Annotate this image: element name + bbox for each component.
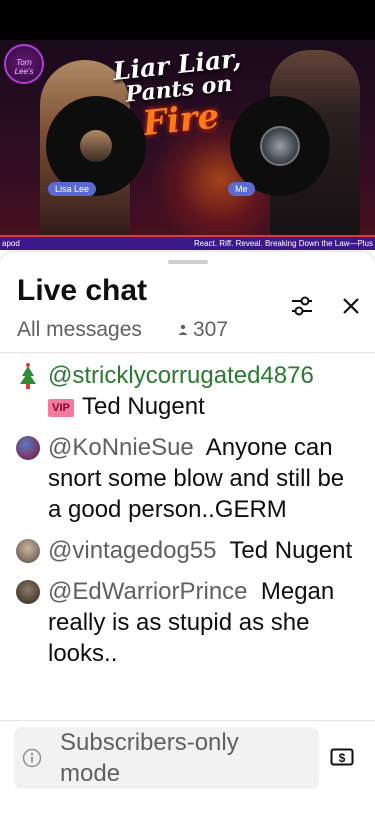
chat-message-list[interactable]: @stricklycorrugated4876 VIP Ted Nugent @K… — [0, 360, 375, 712]
drag-handle[interactable] — [168, 260, 208, 264]
info-icon[interactable] — [22, 748, 42, 768]
chat-message: @EdWarriorPrince Megan really is as stup… — [0, 576, 375, 669]
viewer-count-value: 307 — [193, 318, 229, 341]
message-author[interactable]: @stricklycorrugated4876 — [48, 362, 314, 389]
video-player[interactable]: Torn Lee's Liar Liar, Pants on Fire Lisa… — [0, 40, 375, 250]
chat-message: @stricklycorrugated4876 VIP Ted Nugent — [0, 360, 375, 422]
message-author[interactable]: @vintagedog55 — [48, 537, 217, 564]
cam-left-thumbnail — [80, 130, 112, 162]
message-author[interactable]: @KoNnieSue — [48, 434, 194, 461]
channel-logo: Torn Lee's — [4, 44, 44, 84]
message-author[interactable]: @EdWarriorPrince — [48, 578, 248, 605]
ticker-left-text: apod — [2, 239, 20, 248]
status-bar — [0, 0, 375, 40]
cam-right-label: Me — [228, 182, 255, 196]
message-text: Ted Nugent — [229, 537, 353, 564]
close-icon[interactable] — [337, 292, 365, 320]
message-text: Ted Nugent — [82, 393, 205, 420]
person-icon — [178, 324, 188, 335]
avatar[interactable] — [16, 436, 40, 460]
header-divider — [0, 352, 375, 353]
chat-title: Live chat — [17, 274, 148, 307]
vip-badge: VIP — [48, 399, 74, 417]
avatar[interactable] — [16, 539, 40, 563]
chat-filter-dropdown[interactable]: All messages — [17, 318, 142, 342]
chat-message: @vintagedog55 Ted Nugent — [0, 535, 375, 566]
channel-logo-text: Torn Lee's — [14, 58, 34, 76]
chat-input-area: Subscribers-only mode $ — [0, 720, 375, 840]
cam-circle-left — [46, 96, 146, 196]
live-chat-panel: Live chat All messages 307 @stricklycorr… — [0, 252, 375, 840]
cam-circle-right — [230, 96, 330, 196]
dollar-icon[interactable]: $ — [330, 747, 354, 767]
cam-right-thumbnail — [260, 126, 300, 166]
avatar[interactable] — [16, 580, 40, 604]
video-ticker: apod React. Riff. Reveal. Breaking Down … — [0, 237, 375, 250]
viewer-count: 307 — [176, 318, 228, 342]
sliders-icon[interactable] — [288, 292, 316, 320]
cam-left-label: Lisa Lee — [48, 182, 97, 196]
tree-avatar-icon[interactable] — [18, 362, 38, 390]
ticker-right-text: React. Riff. Reveal. Breaking Down the L… — [193, 239, 373, 248]
chat-message: @KoNnieSue Anyone can snort some blow an… — [0, 432, 375, 525]
subscribers-only-text: Subscribers-only mode — [60, 729, 239, 787]
svg-text:$: $ — [339, 751, 346, 765]
